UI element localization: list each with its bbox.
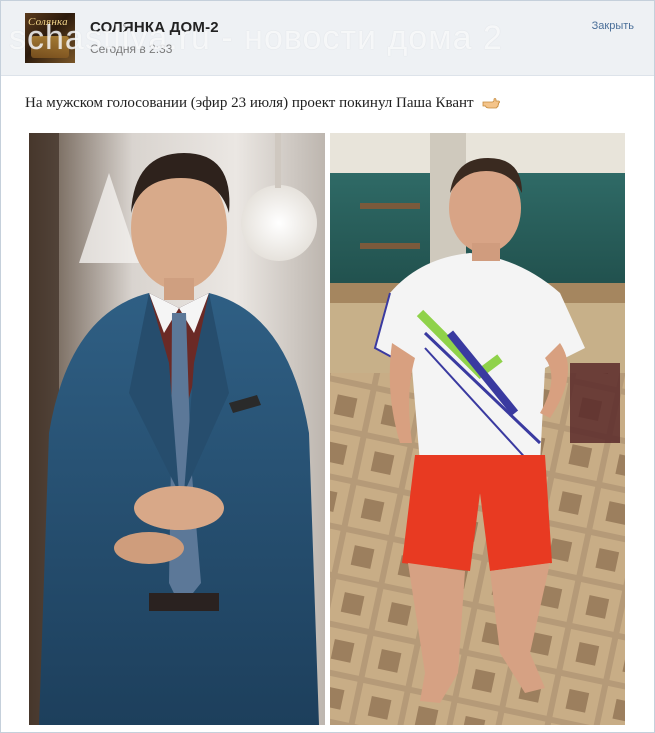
post-timestamp[interactable]: Сегодня в 2:33 [90,42,172,56]
close-button[interactable]: Закрыть [592,20,634,32]
watermark: schastliva.ru - новости дома 2 [9,19,503,57]
group-name-link[interactable]: СОЛЯНКА ДОМ-2 [90,19,219,36]
avatar-image [31,36,69,58]
photo-shorts[interactable] [330,133,625,725]
post-card: Солянка СОЛЯНКА ДОМ-2 Сегодня в 2:33 Зак… [0,0,655,733]
group-avatar[interactable]: Солянка [25,13,75,63]
pointing-hand-icon [482,97,501,114]
post-text: На мужском голосовании (эфир 23 июля) пр… [25,95,501,114]
photo-suit[interactable] [29,133,325,725]
post-header: Солянка СОЛЯНКА ДОМ-2 Сегодня в 2:33 Зак… [1,1,654,76]
avatar-logo-text: Солянка [28,16,68,28]
post-text-body: На мужском голосовании (эфир 23 июля) пр… [25,95,474,111]
